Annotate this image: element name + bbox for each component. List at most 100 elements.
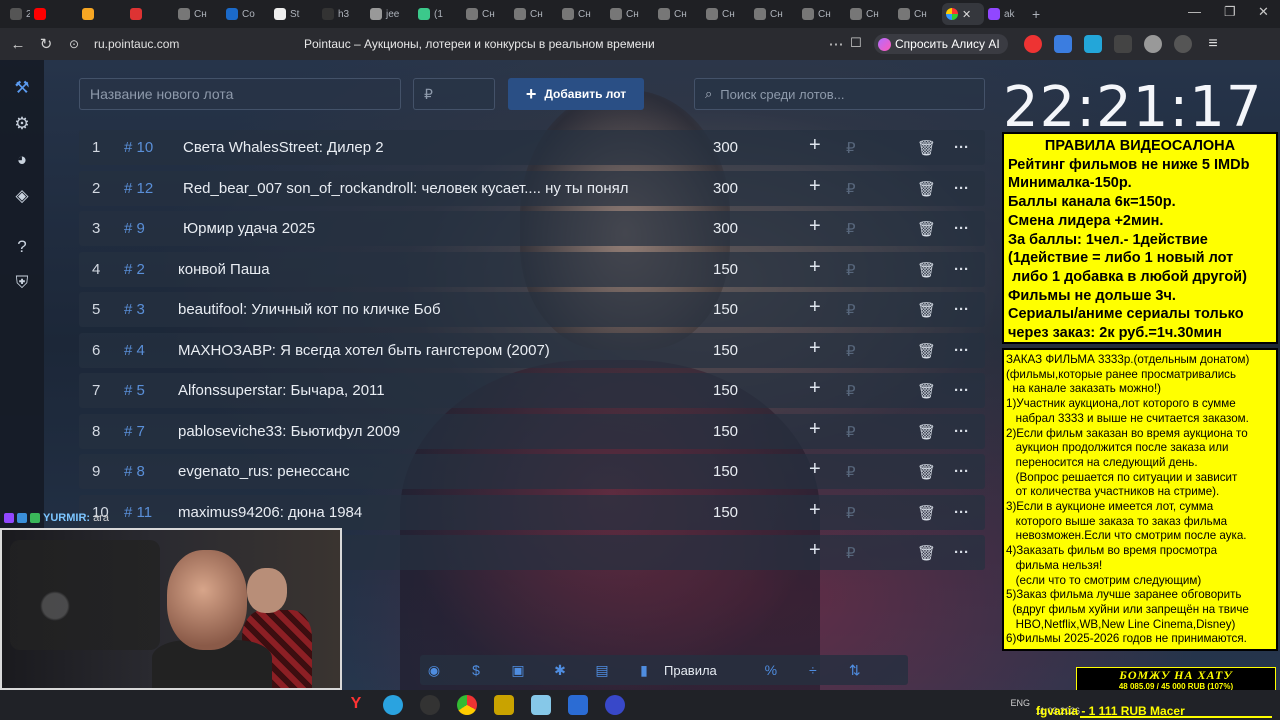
divide-icon[interactable]: ÷ [799, 662, 827, 678]
amount-input[interactable]: ₽ [846, 301, 856, 319]
amount-input[interactable]: ₽ [846, 261, 856, 279]
lot-search-input[interactable]: ⌕ Поиск среди лотов... [694, 78, 985, 110]
amount-input[interactable]: ₽ [846, 504, 856, 522]
delete-icon[interactable]: 🗑︎ [917, 423, 936, 441]
download-icon[interactable] [1174, 35, 1192, 53]
files-icon[interactable] [531, 695, 551, 715]
back-icon[interactable]: ← [4, 36, 32, 53]
lot-name[interactable]: Red_bear_007 son_of_rockandroll: человек… [183, 180, 628, 197]
more-options-icon[interactable]: ··· [954, 544, 969, 561]
delete-icon[interactable]: 🗑︎ [917, 180, 936, 198]
browser-tab[interactable]: Сн [894, 3, 942, 25]
add-amount-icon[interactable]: + [809, 458, 821, 481]
lot-name[interactable]: конвой Паша [178, 261, 270, 278]
lot-row[interactable]: 6 # 4 МАХНОЗАВР: Я всегда хотел быть гангс… [79, 332, 985, 368]
extension-icon[interactable] [1114, 35, 1132, 53]
lot-row[interactable]: 8 # 7 pabloseviche33: Бьютифул 2009 150 + ₽ 🗑︎… [79, 413, 985, 449]
browser-tab[interactable]: Сн [510, 3, 558, 25]
lot-row[interactable]: 10 # 11 maximus94206: дюна 1984 150 + ₽ 🗑︎ ··· [79, 494, 985, 530]
bookmark-icon[interactable]: ☐ [842, 35, 870, 51]
app-icon[interactable] [494, 695, 514, 715]
delete-icon[interactable]: 🗑︎ [917, 463, 936, 481]
close-tab-icon[interactable]: ✕ [962, 8, 971, 21]
reload-icon[interactable]: ↻ [32, 35, 60, 53]
donate-icon[interactable]: $ [462, 662, 490, 678]
browser-tab[interactable]: h3 [318, 3, 366, 25]
adblock-icon[interactable] [1144, 35, 1162, 53]
browser-tab[interactable]: 23 [6, 3, 30, 25]
browser-tab[interactable]: Сн [174, 3, 222, 25]
browser-tab[interactable]: jee [366, 3, 414, 25]
app-icon[interactable] [605, 695, 625, 715]
browser-tab[interactable]: Сн [558, 3, 606, 25]
amount-input[interactable]: ₽ [846, 342, 856, 360]
more-options-icon[interactable]: ··· [954, 180, 969, 197]
lot-row[interactable]: 7 # 5 Alfonssuperstar: Бычара, 2011 150 + ₽ 🗑︎… [79, 373, 985, 408]
layers-icon[interactable]: ◈ [12, 186, 32, 206]
browser-tab[interactable]: Сн [462, 3, 510, 25]
delete-icon[interactable]: 🗑︎ [917, 220, 936, 238]
lot-name[interactable]: evgenato_rus: ренессанс [178, 463, 350, 480]
chrome-icon[interactable] [457, 695, 477, 715]
delete-icon[interactable]: 🗑︎ [917, 544, 936, 562]
browser-tab[interactable]: Сн [654, 3, 702, 25]
more-options-icon[interactable]: ··· [954, 342, 969, 359]
add-amount-icon[interactable]: + [809, 296, 821, 319]
more-options-icon[interactable]: ··· [954, 301, 969, 318]
browser-tab[interactable]: Сн [750, 3, 798, 25]
rules-button[interactable]: Правила [664, 663, 717, 678]
browser-tab[interactable]: St [270, 3, 318, 25]
browser-tab-active[interactable]: ✕ [942, 3, 984, 25]
settings-icon[interactable]: ⚙ [12, 114, 32, 134]
lot-row[interactable]: 5 # 3 beautifool: Уличный кот по кличке Бо… [79, 292, 985, 327]
github-icon[interactable]: ◉ [420, 662, 448, 679]
lot-name[interactable]: pabloseviche33: Бьютифул 2009 [178, 423, 400, 440]
alice-button[interactable]: Спросить Алису AI [874, 34, 1008, 54]
lot-row[interactable]: 1 # 10 Света WhalesStreet: Дилер 2 300 + ₽ 🗑︎ ·… [79, 130, 985, 165]
menu-icon[interactable]: ≡ [1204, 35, 1222, 53]
lot-price-input[interactable]: ₽ [413, 78, 495, 110]
more-options-icon[interactable]: ··· [954, 423, 969, 440]
obs-icon[interactable] [420, 695, 440, 715]
lot-row[interactable]: 2 # 12 Red_bear_007 son_of_rockandroll: че… [79, 170, 985, 206]
save-icon[interactable]: ▣ [504, 662, 532, 679]
site-info-icon[interactable]: ⊙ [60, 37, 88, 51]
add-amount-icon[interactable]: + [809, 499, 821, 522]
add-amount-icon[interactable]: + [809, 134, 821, 157]
more-options-icon[interactable]: ··· [954, 139, 969, 156]
delete-icon[interactable]: 🗑︎ [917, 301, 936, 319]
add-amount-icon[interactable]: + [809, 539, 821, 562]
wheel-icon[interactable]: ◕ [12, 150, 32, 170]
browser-tab[interactable]: Сн [846, 3, 894, 25]
translate-icon[interactable] [1054, 35, 1072, 53]
close-window-icon[interactable]: ✕ [1258, 4, 1269, 20]
delete-icon[interactable]: 🗑︎ [917, 382, 936, 400]
lot-name-input[interactable]: Название нового лота [79, 78, 401, 110]
amount-input[interactable]: ₽ [846, 463, 856, 481]
amount-input[interactable]: ₽ [846, 139, 856, 157]
amount-input[interactable]: ₽ [846, 180, 856, 198]
lot-name[interactable]: Alfonssuperstar: Бычара, 2011 [178, 382, 385, 399]
amount-input[interactable]: ₽ [846, 423, 856, 441]
browser-tab[interactable] [126, 3, 174, 25]
restore-icon[interactable]: ❐ [1224, 4, 1236, 20]
add-amount-icon[interactable]: + [809, 337, 821, 360]
shield-icon[interactable]: ⛨ [12, 273, 32, 293]
lot-name[interactable]: Юрмир удача 2025 [183, 220, 315, 237]
extension-icon[interactable] [1024, 35, 1042, 53]
browser-tab[interactable]: ak [984, 3, 1028, 25]
delete-icon[interactable]: 🗑︎ [917, 139, 936, 157]
lot-name[interactable]: maximus94206: дюна 1984 [178, 504, 362, 521]
minimize-icon[interactable]: — [1188, 4, 1201, 19]
url-field[interactable]: ru.pointauc.com [94, 37, 179, 51]
lot-name[interactable]: МАХНОЗАВР: Я всегда хотел быть гангстеро… [178, 342, 550, 359]
add-amount-icon[interactable]: + [809, 418, 821, 441]
delete-icon[interactable]: 🗑︎ [917, 261, 936, 279]
amount-input[interactable]: ₽ [846, 382, 856, 400]
add-lot-button[interactable]: + Добавить лот [508, 78, 644, 110]
sort-icon[interactable]: ⇅ [841, 662, 869, 679]
bug-icon[interactable]: ✱ [546, 662, 574, 679]
browser-tab[interactable]: (1 [414, 3, 462, 25]
lot-row[interactable]: 4 # 2 конвой Паша 150 + ₽ 🗑︎ ··· [79, 251, 985, 287]
browser-tab[interactable]: Co [222, 3, 270, 25]
